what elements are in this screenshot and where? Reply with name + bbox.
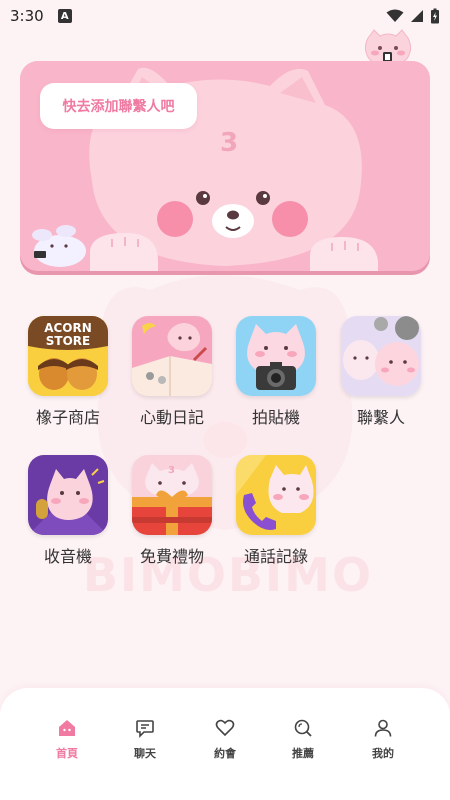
app-free-gift[interactable]: 3 免費禮物 xyxy=(124,455,220,567)
radio-icon xyxy=(28,455,108,535)
app-label: 通話記錄 xyxy=(243,547,308,566)
bottom-nav: 首頁 聊天 約會 推薦 我的 xyxy=(0,688,450,800)
wifi-icon xyxy=(386,9,404,22)
app-photo-booth[interactable]: 拍貼機 xyxy=(228,316,324,428)
search-icon xyxy=(273,718,333,740)
app-label: 拍貼機 xyxy=(251,408,300,427)
app-label: 免費禮物 xyxy=(139,547,204,566)
nav-chat[interactable]: 聊天 xyxy=(115,718,175,761)
nav-label: 聊天 xyxy=(134,747,156,760)
app-heart-diary[interactable]: 心動日記 xyxy=(124,316,220,428)
home-icon xyxy=(37,718,97,740)
app-label: 橡子商店 xyxy=(35,408,100,427)
diary-icon xyxy=(132,316,212,396)
home-banner[interactable]: 3 快去添加聯繫人吧 xyxy=(20,61,430,271)
nav-label: 首頁 xyxy=(56,747,78,760)
chat-icon xyxy=(115,718,175,740)
app-label: 心動日記 xyxy=(139,408,204,427)
nav-recommend[interactable]: 推薦 xyxy=(273,718,333,761)
app-acorn-store[interactable]: ACORN STORE 橡子商店 xyxy=(20,316,116,428)
add-contact-bubble[interactable]: 快去添加聯繫人吧 xyxy=(40,83,197,129)
nav-profile[interactable]: 我的 xyxy=(353,718,413,761)
app-label: 收音機 xyxy=(43,547,92,566)
status-time: 3:30 xyxy=(10,7,44,25)
acorn-logo-line2: STORE xyxy=(45,334,91,348)
heart-icon xyxy=(195,718,255,740)
contacts-icon xyxy=(341,316,421,396)
svg-text:3: 3 xyxy=(220,128,238,158)
nav-label: 我的 xyxy=(372,747,394,760)
notification-a-icon: A xyxy=(57,9,72,23)
app-contacts[interactable]: 聯繫人 xyxy=(333,316,429,428)
app-call-log[interactable]: 通話記錄 xyxy=(228,455,324,567)
status-icons xyxy=(386,8,440,24)
gift-icon: 3 xyxy=(132,455,212,535)
nav-label: 約會 xyxy=(214,747,236,760)
nav-home[interactable]: 首頁 xyxy=(37,718,97,761)
svg-text:3: 3 xyxy=(168,465,175,476)
profile-icon xyxy=(353,718,413,740)
acorn-store-icon: ACORN STORE xyxy=(28,316,108,396)
signal-icon xyxy=(411,10,423,22)
battery-icon xyxy=(431,8,439,24)
app-label: 聯繫人 xyxy=(356,408,405,427)
nav-dating[interactable]: 約會 xyxy=(195,718,255,761)
app-radio[interactable]: 收音機 xyxy=(20,455,116,567)
camera-icon xyxy=(236,316,316,396)
call-log-icon xyxy=(236,455,316,535)
nav-label: 推薦 xyxy=(292,747,314,760)
